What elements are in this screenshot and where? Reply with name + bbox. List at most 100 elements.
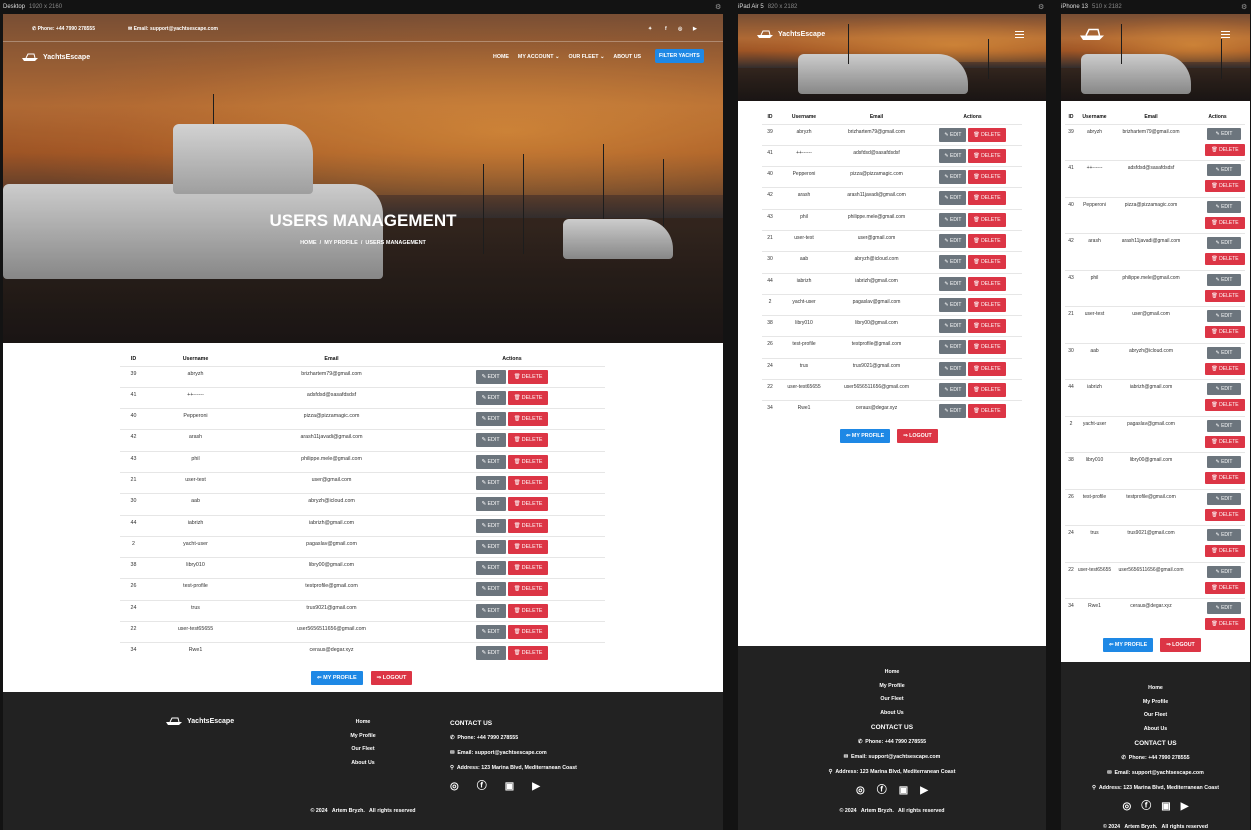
edit-button[interactable]: ✎ EDIT: [475, 625, 506, 640]
youtube-icon[interactable]: ▶: [532, 779, 540, 794]
edit-button[interactable]: ✎ EDIT: [1207, 492, 1241, 505]
facebook-icon[interactable]: ⓕ: [477, 779, 487, 794]
edit-button[interactable]: ✎ EDIT: [475, 390, 506, 405]
delete-button[interactable]: 🗑 DELETE: [968, 170, 1006, 185]
logout-button[interactable]: ⇒ LOGOUT: [1160, 638, 1201, 652]
delete-button[interactable]: 🗑 DELETE: [507, 539, 549, 554]
brand-logo[interactable]: [1077, 26, 1110, 42]
footer-link-fleet[interactable]: Our Fleet: [1061, 709, 1250, 723]
edit-button[interactable]: ✎ EDIT: [939, 297, 967, 312]
footer-link-fleet[interactable]: Our Fleet: [338, 743, 388, 757]
instagram-icon[interactable]: ◎: [1123, 799, 1132, 814]
delete-button[interactable]: 🗑 DELETE: [1205, 581, 1245, 594]
delete-button[interactable]: 🗑 DELETE: [1205, 143, 1245, 156]
footer-link-about[interactable]: About Us: [1061, 723, 1250, 737]
edit-button[interactable]: ✎ EDIT: [939, 340, 967, 355]
delete-button[interactable]: 🗑 DELETE: [1205, 508, 1245, 521]
footer-link-profile[interactable]: My Profile: [738, 680, 1046, 694]
facebook-icon[interactable]: f: [665, 26, 667, 32]
instagram-icon[interactable]: ◎: [450, 779, 459, 794]
edit-button[interactable]: ✎ EDIT: [1207, 565, 1241, 578]
edit-button[interactable]: ✎ EDIT: [475, 475, 506, 490]
edit-button[interactable]: ✎ EDIT: [1207, 164, 1241, 176]
edit-button[interactable]: ✎ EDIT: [939, 361, 967, 376]
edit-button[interactable]: ✎ EDIT: [1207, 419, 1241, 432]
facebook-icon[interactable]: ⓕ: [877, 783, 887, 798]
delete-button[interactable]: 🗑 DELETE: [968, 233, 1006, 248]
twitter-icon[interactable]: ▣: [899, 783, 908, 798]
delete-button[interactable]: 🗑 DELETE: [968, 148, 1006, 163]
delete-button[interactable]: 🗑 DELETE: [507, 454, 549, 469]
edit-button[interactable]: ✎ EDIT: [939, 170, 967, 185]
delete-button[interactable]: 🗑 DELETE: [1205, 326, 1245, 338]
delete-button[interactable]: 🗑 DELETE: [1205, 216, 1245, 229]
edit-button[interactable]: ✎ EDIT: [1207, 456, 1241, 468]
edit-button[interactable]: ✎ EDIT: [1207, 310, 1241, 322]
edit-button[interactable]: ✎ EDIT: [475, 412, 506, 427]
delete-button[interactable]: 🗑 DELETE: [507, 369, 549, 384]
delete-button[interactable]: 🗑 DELETE: [1205, 399, 1245, 411]
brand-logo[interactable]: YachtsEscape: [755, 29, 825, 39]
delete-button[interactable]: 🗑 DELETE: [968, 191, 1006, 206]
edit-button[interactable]: ✎ EDIT: [939, 191, 967, 206]
edit-button[interactable]: ✎ EDIT: [475, 433, 506, 448]
my-profile-button[interactable]: ⇐ MY PROFILE: [311, 671, 363, 685]
youtube-icon[interactable]: ▶: [1181, 799, 1189, 814]
edit-button[interactable]: ✎ EDIT: [939, 255, 967, 270]
delete-button[interactable]: 🗑 DELETE: [507, 646, 549, 661]
facebook-icon[interactable]: ⓕ: [1141, 799, 1151, 814]
delete-button[interactable]: 🗑 DELETE: [968, 319, 1006, 334]
twitter-icon[interactable]: ✦: [648, 26, 652, 32]
filter-yachts-button[interactable]: FILTER YACHTS: [655, 49, 704, 63]
twitter-icon[interactable]: ▣: [1161, 799, 1170, 814]
frame-settings-icon[interactable]: ⚙: [715, 3, 721, 11]
delete-button[interactable]: 🗑 DELETE: [507, 518, 549, 533]
delete-button[interactable]: 🗑 DELETE: [968, 255, 1006, 270]
hamburger-menu-icon[interactable]: [1015, 31, 1024, 40]
footer-link-home[interactable]: Home: [738, 666, 1046, 680]
edit-button[interactable]: ✎ EDIT: [939, 212, 967, 227]
edit-button[interactable]: ✎ EDIT: [939, 383, 967, 398]
logout-button[interactable]: ⇒ LOGOUT: [370, 671, 413, 685]
my-profile-button[interactable]: ⇐ MY PROFILE: [840, 429, 891, 443]
delete-button[interactable]: 🗑 DELETE: [507, 561, 549, 576]
frame-settings-icon[interactable]: ⚙: [1241, 3, 1247, 11]
delete-button[interactable]: 🗑 DELETE: [507, 433, 549, 448]
edit-button[interactable]: ✎ EDIT: [939, 276, 967, 291]
delete-button[interactable]: 🗑 DELETE: [507, 412, 549, 427]
delete-button[interactable]: 🗑 DELETE: [507, 603, 549, 618]
delete-button[interactable]: 🗑 DELETE: [968, 212, 1006, 227]
edit-button[interactable]: ✎ EDIT: [475, 518, 506, 533]
delete-button[interactable]: 🗑 DELETE: [507, 497, 549, 512]
delete-button[interactable]: 🗑 DELETE: [1205, 435, 1245, 448]
brand-logo[interactable]: YachtsEscape: [20, 52, 90, 62]
edit-button[interactable]: ✎ EDIT: [939, 233, 967, 248]
edit-button[interactable]: ✎ EDIT: [1207, 273, 1241, 286]
delete-button[interactable]: 🗑 DELETE: [1205, 618, 1245, 630]
edit-button[interactable]: ✎ EDIT: [939, 319, 967, 334]
delete-button[interactable]: 🗑 DELETE: [968, 127, 1006, 142]
edit-button[interactable]: ✎ EDIT: [475, 646, 506, 661]
frame-settings-icon[interactable]: ⚙: [1038, 3, 1044, 11]
edit-button[interactable]: ✎ EDIT: [475, 539, 506, 554]
edit-button[interactable]: ✎ EDIT: [1207, 529, 1241, 541]
delete-button[interactable]: 🗑 DELETE: [1205, 289, 1245, 302]
breadcrumb-profile[interactable]: MY PROFILE: [324, 240, 358, 246]
edit-button[interactable]: ✎ EDIT: [475, 454, 506, 469]
edit-button[interactable]: ✎ EDIT: [1207, 127, 1241, 140]
nav-about[interactable]: ABOUT US: [613, 54, 641, 60]
instagram-icon[interactable]: ◎: [678, 26, 682, 32]
footer-link-about[interactable]: About Us: [338, 757, 388, 771]
footer-link-home[interactable]: Home: [338, 716, 388, 730]
nav-home[interactable]: HOME: [493, 54, 509, 60]
edit-button[interactable]: ✎ EDIT: [475, 603, 506, 618]
footer-link-fleet[interactable]: Our Fleet: [738, 693, 1046, 707]
edit-button[interactable]: ✎ EDIT: [1207, 200, 1241, 213]
nav-our-fleet[interactable]: OUR FLEET ⌄: [568, 54, 604, 60]
delete-button[interactable]: 🗑 DELETE: [507, 475, 549, 490]
delete-button[interactable]: 🗑 DELETE: [507, 582, 549, 597]
edit-button[interactable]: ✎ EDIT: [475, 561, 506, 576]
footer-logo[interactable]: YachtsEscape: [164, 716, 234, 726]
edit-button[interactable]: ✎ EDIT: [475, 497, 506, 512]
edit-button[interactable]: ✎ EDIT: [939, 404, 967, 419]
